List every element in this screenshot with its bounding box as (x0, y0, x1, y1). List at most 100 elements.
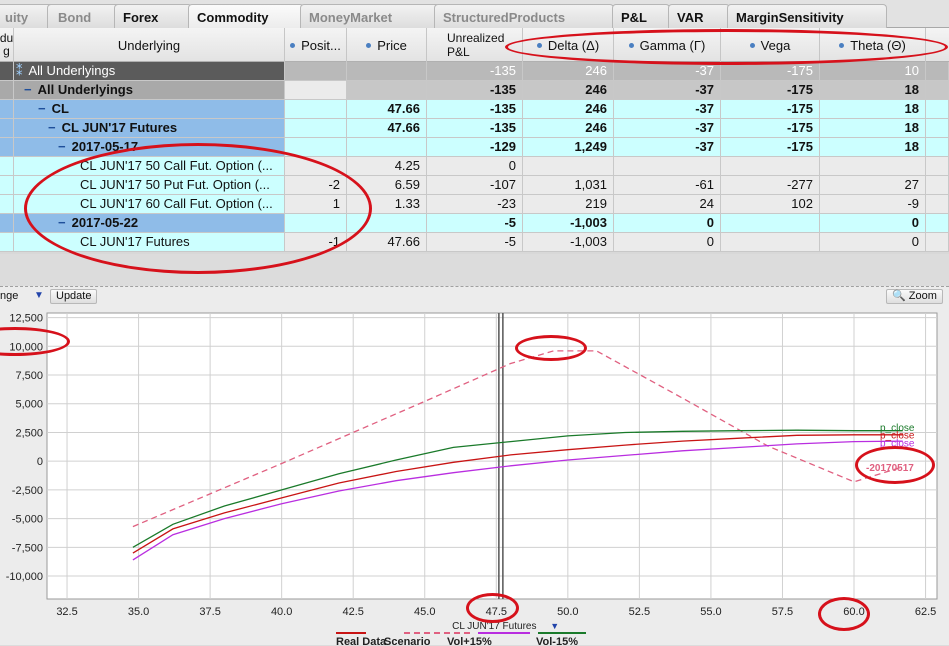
row-gutter (0, 176, 14, 195)
table-row[interactable]: CL JUN'17 50 Put Fut. Option (... -2 6.59-… (0, 176, 949, 195)
row-underlying-name: − CL (14, 100, 285, 119)
cell-price (347, 62, 427, 81)
cell-pos (285, 214, 347, 233)
update-button[interactable]: Update (50, 289, 98, 304)
cell-pnl: -135 (427, 100, 523, 119)
column-header-collapsed[interactable]: du g (0, 28, 14, 62)
x-tick-label: 57.5 (772, 606, 793, 618)
y-tick-label: -7,500 (12, 542, 43, 554)
x-tick-label: 37.5 (199, 606, 220, 618)
cell-pos (285, 119, 347, 138)
tab-forex[interactable]: Forex (114, 4, 192, 28)
cell-vega: -175 (721, 119, 820, 138)
cell-pos (285, 157, 347, 176)
cell-delta: 246 (523, 62, 614, 81)
cell-price: 6.59 (347, 176, 427, 195)
row-gutter (0, 100, 14, 119)
column-header-theta[interactable]: Theta (Θ) (820, 28, 926, 62)
tab-structuredproducts[interactable]: StructuredProducts (434, 4, 614, 28)
tab-bar: uity Bond Forex Commodity MoneyMarket St… (0, 0, 949, 28)
cell-delta (523, 157, 614, 176)
column-header-unrealized-pnl[interactable]: Unrealized P&L (427, 28, 523, 62)
cell-delta: 219 (523, 195, 614, 214)
table-row[interactable]: ⁑ All Underlyings -135 246 -37 -175 10 (0, 62, 949, 81)
cell-delta: 1,031 (523, 176, 614, 195)
zoom-button[interactable]: 🔍 Zoom (886, 289, 943, 304)
cell-vega (721, 233, 820, 252)
table-row[interactable]: −2017-05-22 -5 -1,003 0 0 (0, 214, 949, 233)
cell-vega: -175 (721, 62, 820, 81)
sort-dot-icon (628, 42, 634, 48)
tab-moneymarket[interactable]: MoneyMarket (300, 4, 440, 28)
tab-label: uity (5, 10, 29, 25)
table-row[interactable]: CL JUN'17 Futures -1 47.66 -5 -1,003 0 0 (0, 233, 949, 252)
cell-theta: 0 (820, 214, 926, 233)
risk-table: du g Underlying Posit... Price Unrealized… (0, 28, 949, 254)
column-header-delta[interactable]: Delta (Δ) (523, 28, 614, 62)
table-row[interactable]: − All Underlyings -135 246 -37 -175 18 (0, 81, 949, 100)
column-header-gamma[interactable]: Gamma (Γ) (614, 28, 721, 62)
cell-theta: 18 (820, 81, 926, 100)
table-row[interactable]: − CL 47.66 -135 246 -37 -175 18 (0, 100, 949, 119)
cell-pnl: -107 (427, 176, 523, 195)
cell-gamma: 24 (614, 195, 721, 214)
cell-vega: -277 (721, 176, 820, 195)
cell-theta: 10 (820, 62, 926, 81)
row-filler (926, 81, 949, 100)
row-filler (926, 138, 949, 157)
collapse-toggle-icon[interactable]: − (48, 120, 56, 135)
cell-delta: 246 (523, 81, 614, 100)
table-row[interactable]: − CL JUN'17 Futures 47.66 -135 246 -37 -175 18 (0, 119, 949, 138)
chevron-down-icon[interactable]: ▼ (34, 290, 44, 301)
table-row[interactable]: −2017-05-17 -129 1,249 -37 -175 18 (0, 138, 949, 157)
sort-dot-icon (749, 42, 755, 48)
tab-commodity[interactable]: Commodity (188, 4, 304, 28)
y-tick-label: -2,500 (12, 485, 43, 497)
collapse-toggle-icon[interactable]: − (58, 139, 66, 154)
column-header-price[interactable]: Price (347, 28, 427, 62)
sort-dot-icon (536, 42, 542, 48)
tab-var[interactable]: VAR (668, 4, 730, 28)
collapse-toggle-icon[interactable]: − (58, 215, 66, 230)
row-label: CL JUN'17 60 Call Fut. Option (... (80, 196, 273, 211)
column-header-position[interactable]: Posit... (285, 28, 347, 62)
cell-pos (285, 81, 347, 100)
row-underlying-name: − All Underlyings (14, 81, 285, 100)
x-tick-label: 47.5 (486, 606, 507, 618)
column-header-underlying[interactable]: Underlying (14, 28, 285, 62)
row-filler (926, 176, 949, 195)
column-header-vega[interactable]: Vega (721, 28, 820, 62)
tree-root-icon[interactable]: ⁑ (16, 63, 23, 78)
x-tick-label: 52.5 (629, 606, 650, 618)
cell-theta: 0 (820, 233, 926, 252)
sort-dot-icon (839, 42, 845, 48)
row-gutter (0, 81, 14, 100)
column-label: Price (377, 37, 407, 53)
table-row[interactable]: CL JUN'17 50 Call Fut. Option (... 4.25 0 (0, 157, 949, 176)
zoom-icon: 🔍 (892, 290, 906, 302)
collapse-toggle-icon[interactable]: − (38, 101, 46, 116)
column-label: Vega (760, 37, 791, 53)
sort-dot-icon (366, 42, 372, 48)
table-row[interactable]: CL JUN'17 60 Call Fut. Option (... 1 1.33-… (0, 195, 949, 214)
tab-pnl[interactable]: P&L (612, 4, 670, 28)
table-header: du g Underlying Posit... Price Unrealized… (0, 28, 949, 62)
tab-label: Commodity (197, 10, 269, 25)
collapse-toggle-icon[interactable]: − (24, 82, 32, 97)
tab-marginsensitivity[interactable]: MarginSensitivity (727, 4, 887, 28)
row-underlying-name: −2017-05-17 (14, 138, 285, 157)
sensitivity-chart[interactable]: 32.5 35.0 37.5 40.0 42.5 45.0 47.5 50.0 52.5 55.0… (0, 305, 949, 646)
cell-gamma: -37 (614, 81, 721, 100)
cell-gamma: -37 (614, 100, 721, 119)
row-underlying-name: CL JUN'17 50 Put Fut. Option (... (14, 176, 285, 195)
cell-price: 47.66 (347, 100, 427, 119)
row-underlying-name: −2017-05-22 (14, 214, 285, 233)
row-label: All Underlyings (37, 82, 133, 97)
row-underlying-name: CL JUN'17 60 Call Fut. Option (... (14, 195, 285, 214)
y-tick-label: 2,500 (15, 427, 43, 439)
x-tick-label: 42.5 (342, 606, 363, 618)
cell-price: 1.33 (347, 195, 427, 214)
cell-pnl: -135 (427, 119, 523, 138)
row-gutter (0, 195, 14, 214)
cell-theta (820, 157, 926, 176)
